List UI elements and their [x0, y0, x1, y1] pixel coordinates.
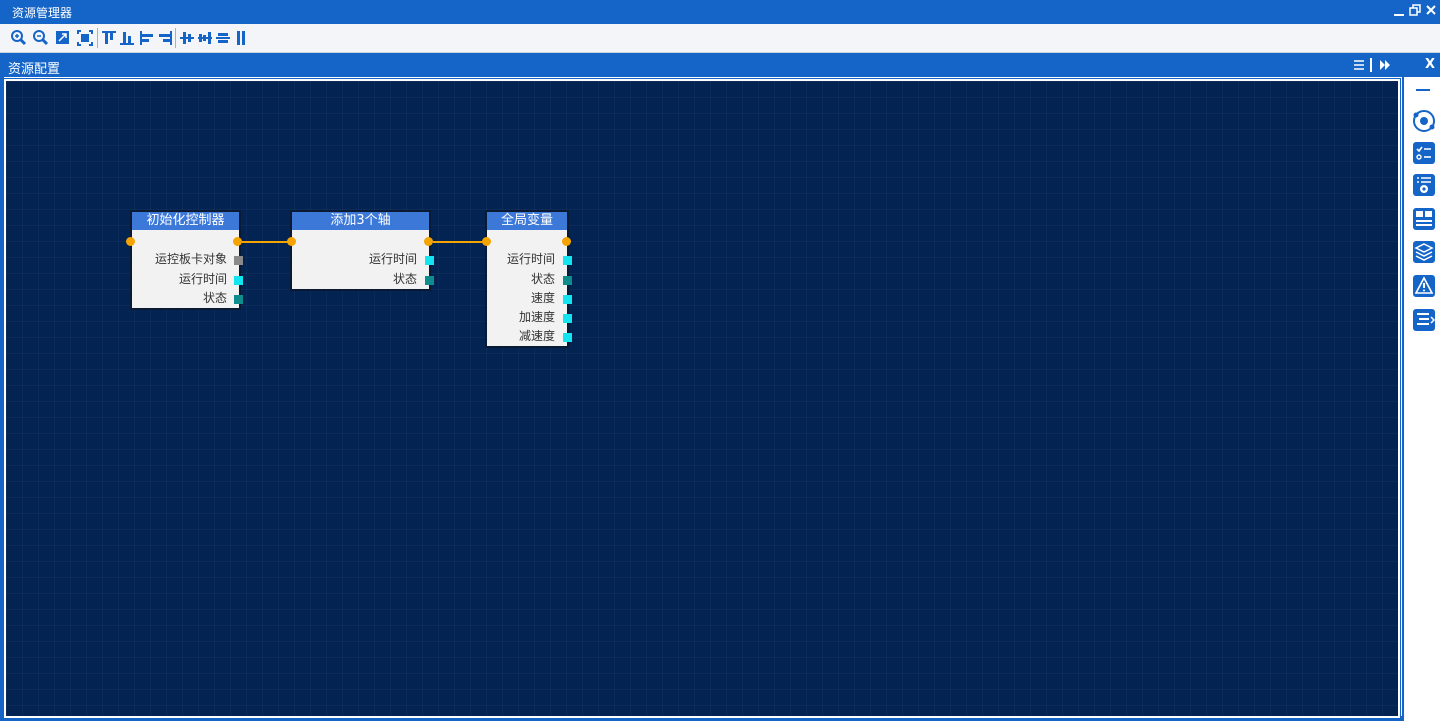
- flow-canvas[interactable]: 初始化控制器 运控板卡对象 运行时间 状态 添加3个轴 运行时间 状态 全局变量…: [4, 79, 1400, 718]
- fit-all-icon: [77, 30, 93, 46]
- close-icon: [1426, 5, 1436, 15]
- node-output-label: 运行时间: [506, 252, 555, 266]
- right-tool-panel: [1402, 77, 1440, 721]
- align-center-vertical-button[interactable]: [196, 28, 214, 48]
- orbit-icon: [1413, 110, 1435, 132]
- panel-header: 资源配置 X: [0, 53, 1440, 77]
- exec-in-port[interactable]: [482, 237, 491, 246]
- data-out-port[interactable]: [563, 256, 572, 265]
- distribute-horizontal-icon: [216, 33, 230, 43]
- node-output-label: 速度: [530, 291, 555, 305]
- fit-all-button[interactable]: [76, 28, 94, 48]
- restore-button[interactable]: [1408, 3, 1422, 19]
- zoom-out-button[interactable]: [32, 28, 50, 48]
- exec-in-port[interactable]: [287, 237, 296, 246]
- node-output-label: 运行时间: [368, 252, 417, 266]
- node-output-label: 加速度: [518, 310, 555, 324]
- connection-wire[interactable]: [242, 241, 293, 243]
- data-out-port[interactable]: [425, 276, 434, 285]
- align-center-vertical-icon: [198, 32, 212, 44]
- node-output-label: 运行时间: [178, 272, 227, 286]
- panel-menu-button[interactable]: [1351, 57, 1367, 73]
- node-global-variables[interactable]: 全局变量 运行时间 状态 速度 加速度 减速度: [487, 212, 567, 346]
- checklist-button[interactable]: [1412, 141, 1436, 165]
- connection-wire[interactable]: [433, 241, 487, 243]
- collapse-handle[interactable]: [1416, 89, 1430, 91]
- warning-icon: [1413, 275, 1435, 297]
- node-output-label: 状态: [530, 272, 555, 286]
- data-out-port[interactable]: [563, 333, 572, 342]
- align-center-horizontal-button[interactable]: [178, 28, 196, 48]
- align-left-button[interactable]: [138, 28, 156, 48]
- checklist-icon: [1413, 142, 1435, 164]
- title-bar: 资源管理器: [0, 0, 1440, 24]
- toolbar-divider: [97, 28, 98, 48]
- node-output-label: 状态: [392, 272, 417, 286]
- warning-button[interactable]: [1412, 274, 1436, 298]
- fit-icon: [56, 31, 69, 44]
- settings-list-icon: [1413, 174, 1435, 196]
- form-button[interactable]: [1412, 207, 1436, 231]
- align-bottom-button[interactable]: [118, 28, 136, 48]
- align-right-button[interactable]: [156, 28, 174, 48]
- panel-close-button[interactable]: X: [1422, 57, 1438, 73]
- data-out-port[interactable]: [234, 295, 243, 304]
- zoom-in-icon: [11, 30, 27, 46]
- fit-button[interactable]: [54, 28, 72, 48]
- zoom-in-button[interactable]: [10, 28, 28, 48]
- menu-icon: [1354, 60, 1364, 70]
- window-title: 资源管理器: [12, 6, 73, 20]
- node-add-axes[interactable]: 添加3个轴 运行时间 状态: [292, 212, 429, 289]
- node-output-label: 状态: [202, 291, 227, 305]
- data-out-port[interactable]: [563, 314, 572, 323]
- distribute-horizontal-button[interactable]: [214, 28, 232, 48]
- node-output-label: 运控板卡对象: [154, 252, 227, 266]
- panel-header-divider: [1370, 58, 1372, 72]
- align-right-icon: [159, 31, 172, 45]
- panel-forward-button[interactable]: [1377, 57, 1393, 73]
- exec-in-port[interactable]: [126, 237, 135, 246]
- settings-list-button[interactable]: [1412, 173, 1436, 197]
- data-out-port[interactable]: [425, 256, 434, 265]
- align-top-button[interactable]: [100, 28, 118, 48]
- data-out-port[interactable]: [234, 276, 243, 285]
- form-icon: [1413, 208, 1435, 230]
- layers-button[interactable]: [1412, 240, 1436, 264]
- minimize-icon: [1394, 14, 1404, 16]
- distribute-vertical-icon: [237, 31, 245, 45]
- list-export-button[interactable]: [1412, 308, 1436, 332]
- fast-forward-icon: [1380, 60, 1390, 70]
- orbit-button[interactable]: [1412, 109, 1436, 133]
- minimize-button[interactable]: [1392, 3, 1406, 19]
- node-title: 添加3个轴: [292, 212, 429, 230]
- node-title: 全局变量: [487, 212, 567, 230]
- exec-out-port[interactable]: [233, 237, 242, 246]
- distribute-vertical-button[interactable]: [232, 28, 250, 48]
- list-export-icon: [1413, 309, 1436, 331]
- align-bottom-icon: [120, 32, 134, 45]
- node-output-label: 减速度: [518, 329, 555, 343]
- panel-title: 资源配置: [8, 62, 61, 77]
- align-top-icon: [102, 31, 116, 44]
- align-center-horizontal-icon: [180, 32, 194, 44]
- exec-out-port[interactable]: [424, 237, 433, 246]
- data-out-port[interactable]: [563, 295, 572, 304]
- restore-icon: [1409, 4, 1421, 16]
- data-out-port[interactable]: [234, 256, 243, 265]
- toolbar: [0, 24, 1440, 53]
- node-init-controller[interactable]: 初始化控制器 运控板卡对象 运行时间 状态: [132, 212, 239, 308]
- data-out-port[interactable]: [563, 276, 572, 285]
- zoom-out-icon: [33, 30, 49, 46]
- layers-icon: [1413, 241, 1435, 263]
- align-left-icon: [140, 31, 153, 45]
- node-title: 初始化控制器: [132, 212, 239, 230]
- toolbar-divider: [175, 28, 176, 48]
- exec-out-port[interactable]: [562, 237, 571, 246]
- close-button[interactable]: [1424, 3, 1438, 19]
